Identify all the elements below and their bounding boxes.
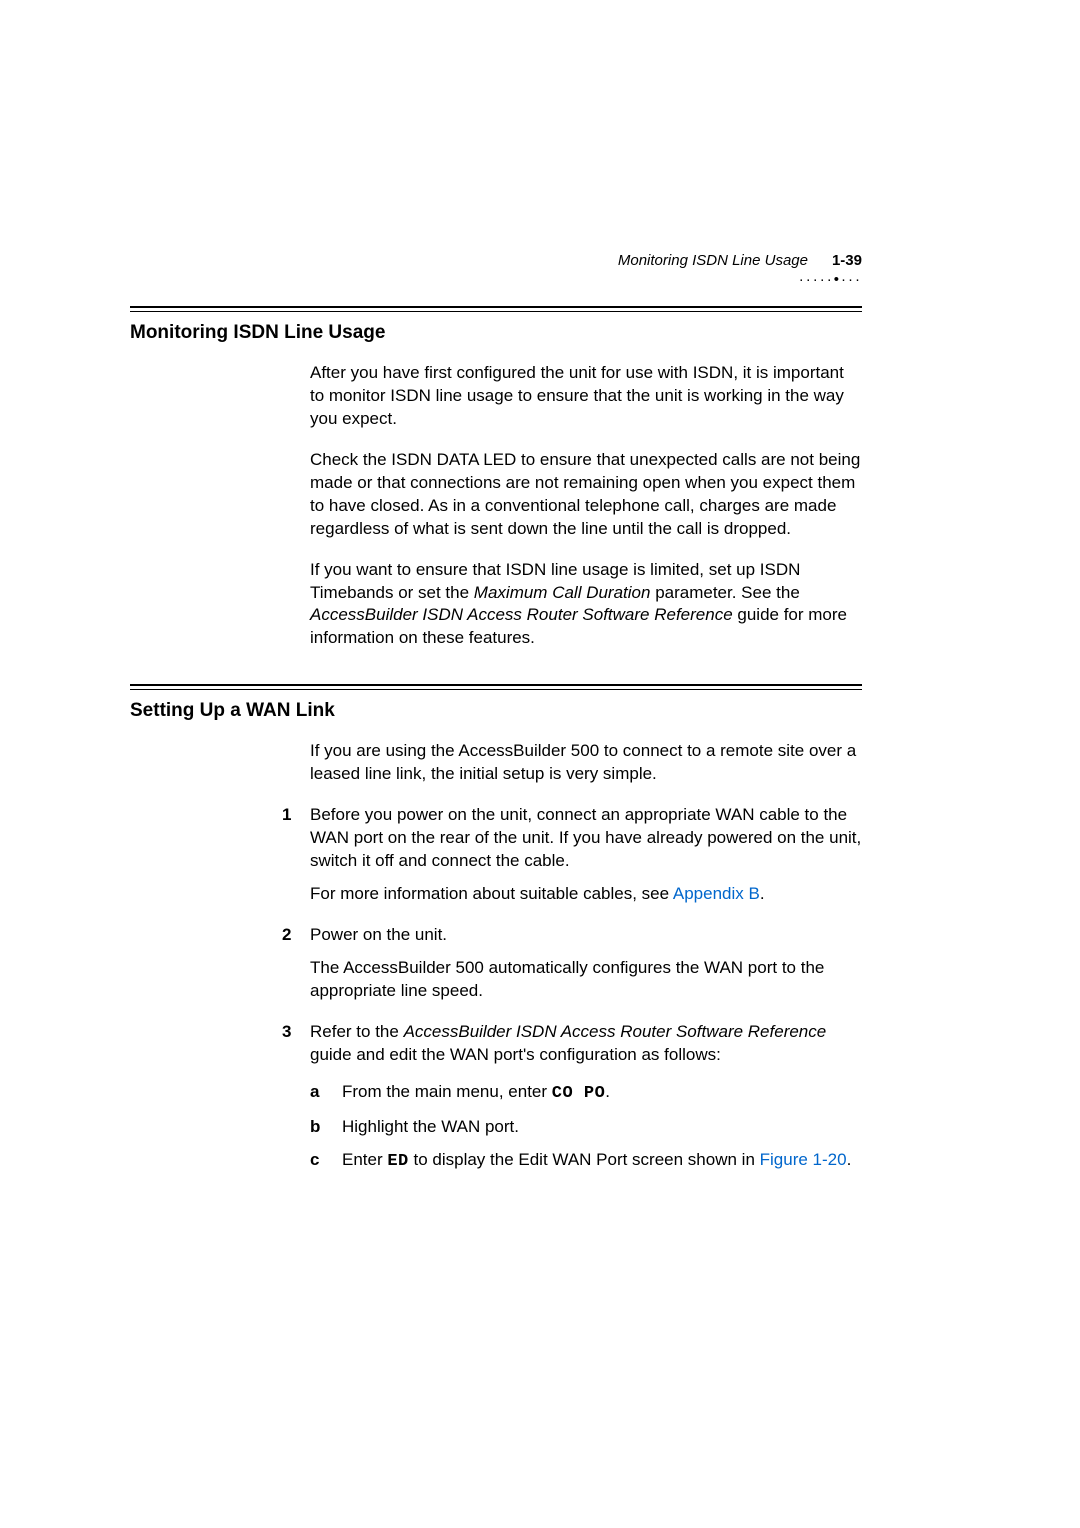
text: guide and edit the WAN port's configurat… [310, 1045, 721, 1064]
code: CO PO [552, 1084, 606, 1103]
sub-list: a From the main menu, enter CO PO. b Hig… [310, 1081, 862, 1174]
text: . [760, 884, 765, 903]
link-appendix-b[interactable]: Appendix B [673, 884, 760, 903]
dots-decoration-icon: ·····•··· [602, 271, 862, 288]
sub-step-letter: a [310, 1081, 319, 1104]
section-rule [130, 684, 862, 690]
step-text: Power on the unit. [310, 925, 447, 944]
text: . [847, 1150, 852, 1169]
page-content: Monitoring ISDN Line Usage After you hav… [0, 0, 1080, 1173]
step-number: 1 [282, 804, 291, 827]
ordered-step: 2 Power on the unit. The AccessBuilder 5… [310, 924, 862, 1003]
step-text: Before you power on the unit, connect an… [310, 805, 861, 870]
paragraph: After you have first configured the unit… [310, 362, 862, 431]
paragraph: Check the ISDN DATA LED to ensure that u… [310, 449, 862, 541]
sub-step: c Enter ED to display the Edit WAN Port … [310, 1149, 862, 1174]
sub-step: b Highlight the WAN port. [310, 1116, 862, 1139]
ordered-step: 1 Before you power on the unit, connect … [310, 804, 862, 906]
text: parameter. See the [650, 583, 799, 602]
text: Enter [342, 1150, 387, 1169]
section-heading-wan: Setting Up a WAN Link [130, 700, 862, 722]
paragraph: If you want to ensure that ISDN line usa… [310, 559, 862, 651]
sub-step-letter: b [310, 1116, 320, 1139]
ordered-step: 3 Refer to the AccessBuilder ISDN Access… [310, 1021, 862, 1174]
section1-body: After you have first configured the unit… [310, 362, 862, 650]
text: For more information about suitable cabl… [310, 884, 673, 903]
step-number: 3 [282, 1021, 291, 1044]
page-header: Monitoring ISDN Line Usage 1-39 ·····•··… [602, 252, 862, 288]
paragraph: For more information about suitable cabl… [310, 883, 862, 906]
paragraph: If you are using the AccessBuilder 500 t… [310, 740, 862, 786]
text: Refer to the [310, 1022, 404, 1041]
emphasis: AccessBuilder ISDN Access Router Softwar… [310, 605, 733, 624]
running-header: Monitoring ISDN Line Usage 1-39 [602, 252, 862, 269]
emphasis: Maximum Call Duration [474, 583, 651, 602]
link-figure-1-20[interactable]: Figure 1-20 [760, 1150, 847, 1169]
sub-step: a From the main menu, enter CO PO. [310, 1081, 862, 1106]
section-rule [130, 306, 862, 312]
section2-body: If you are using the AccessBuilder 500 t… [310, 740, 862, 1173]
section-heading-monitoring: Monitoring ISDN Line Usage [130, 322, 862, 344]
step-text: Refer to the AccessBuilder ISDN Access R… [310, 1022, 826, 1064]
text: to display the Edit WAN Port screen show… [409, 1150, 760, 1169]
step-number: 2 [282, 924, 291, 947]
text: From the main menu, enter [342, 1082, 552, 1101]
text: Highlight the WAN port. [342, 1117, 519, 1136]
running-title: Monitoring ISDN Line Usage [618, 252, 808, 269]
emphasis: AccessBuilder ISDN Access Router Softwar… [404, 1022, 827, 1041]
text: . [605, 1082, 610, 1101]
paragraph: The AccessBuilder 500 automatically conf… [310, 957, 862, 1003]
page-number: 1-39 [832, 252, 862, 269]
code: ED [387, 1152, 408, 1171]
sub-step-letter: c [310, 1149, 319, 1172]
